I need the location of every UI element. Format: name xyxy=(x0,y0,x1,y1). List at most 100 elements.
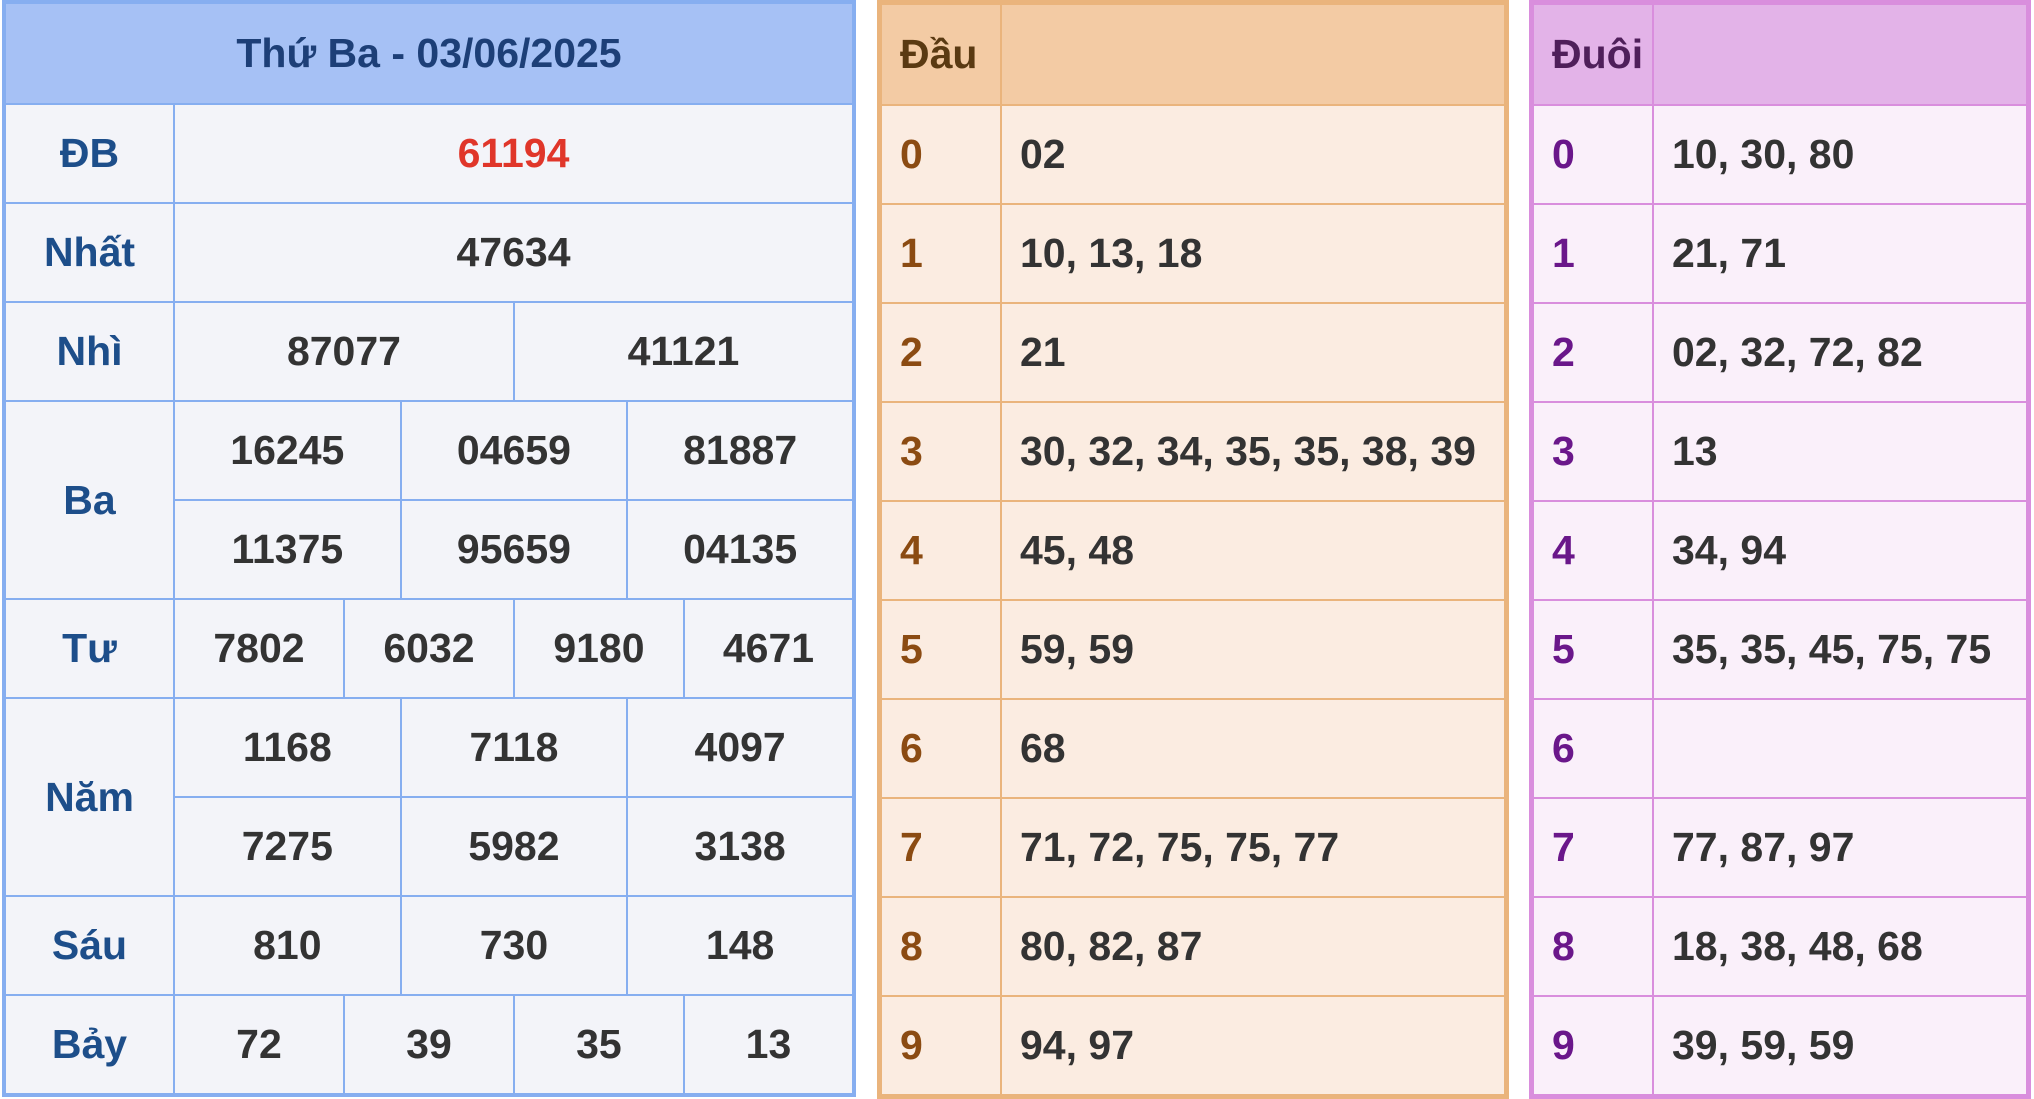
tail-row: 7 77, 87, 97 xyxy=(1530,797,2030,898)
head-row: 0 02 xyxy=(878,104,1508,205)
head-row: 4 45, 48 xyxy=(878,500,1508,601)
head-row: 7 71, 72, 75, 75, 77 xyxy=(878,797,1508,898)
special-prize-value: 61194 xyxy=(173,103,855,204)
head-key: 7 xyxy=(878,797,1002,898)
tail-row: 1 21, 71 xyxy=(1530,203,2030,304)
prize-row-nhat: Nhất 47634 xyxy=(3,202,855,303)
tail-values: 13 xyxy=(1652,401,2030,502)
prize-row-bay: Bảy 72 39 35 13 xyxy=(3,994,856,1096)
head-key: 8 xyxy=(878,896,1002,997)
prize-label-ba: Ba xyxy=(3,400,175,600)
tail-row: 8 18, 38, 48, 68 xyxy=(1530,896,2030,997)
tail-values: 21, 71 xyxy=(1652,203,2030,304)
tail-header: Đuôi xyxy=(1530,1,1654,106)
head-values: 80, 82, 87 xyxy=(1000,896,1508,997)
prize-value: 810 xyxy=(173,895,402,996)
tail-header-row: Đuôi xyxy=(1530,1,2030,106)
tail-row: 5 35, 35, 45, 75, 75 xyxy=(1530,599,2030,700)
prize-value: 1168 xyxy=(173,697,402,798)
tail-key: 2 xyxy=(1530,302,1654,403)
tail-key: 7 xyxy=(1530,797,1654,898)
head-digit-table: Đầu 0 02 1 10, 13, 18 2 21 3 30, 32, 34, 35,… xyxy=(877,0,1509,1099)
prize-value: 16245 xyxy=(173,400,402,501)
prize-row-sau: Sáu 810 730 148 xyxy=(3,895,855,996)
tail-header-empty xyxy=(1652,1,2030,106)
tail-values xyxy=(1652,698,2030,799)
head-key: 5 xyxy=(878,599,1002,700)
prize-value: 41121 xyxy=(512,301,856,402)
prize-value: 04659 xyxy=(399,400,629,501)
head-values: 21 xyxy=(1000,302,1508,403)
head-values: 45, 48 xyxy=(1000,500,1508,601)
prize-row-nhi: Nhì 87077 41121 xyxy=(3,301,856,402)
tail-key: 4 xyxy=(1530,500,1654,601)
head-key: 0 xyxy=(878,104,1002,205)
prize-label-sau: Sáu xyxy=(3,895,175,996)
prize-value: 47634 xyxy=(173,202,855,303)
prize-value: 35 xyxy=(512,994,685,1096)
results-table: Thứ Ba - 03/06/2025 ĐB 61194 Nhất 47634 … xyxy=(2,0,856,1097)
tail-row: 0 10, 30, 80 xyxy=(1530,104,2030,205)
prize-value: 11375 xyxy=(173,499,402,600)
tail-values: 02, 32, 72, 82 xyxy=(1652,302,2030,403)
tail-row: 9 39, 59, 59 xyxy=(1530,995,2030,1098)
prize-label-nhi: Nhì xyxy=(3,301,175,402)
head-values: 71, 72, 75, 75, 77 xyxy=(1000,797,1508,898)
head-key: 4 xyxy=(878,500,1002,601)
prize-label-nam: Năm xyxy=(3,697,175,897)
tail-key: 8 xyxy=(1530,896,1654,997)
prize-value: 81887 xyxy=(626,400,855,501)
head-values: 10, 13, 18 xyxy=(1000,203,1508,304)
head-key: 1 xyxy=(878,203,1002,304)
head-row: 9 94, 97 xyxy=(878,995,1508,1098)
prize-value: 7118 xyxy=(399,697,629,798)
head-values: 59, 59 xyxy=(1000,599,1508,700)
head-row: 2 21 xyxy=(878,302,1508,403)
prize-label-db: ĐB xyxy=(3,103,175,204)
prize-value: 39 xyxy=(342,994,515,1096)
prize-value: 95659 xyxy=(399,499,629,600)
prize-value: 4097 xyxy=(626,697,855,798)
prize-value: 6032 xyxy=(342,598,515,699)
head-values: 30, 32, 34, 35, 35, 38, 39 xyxy=(1000,401,1508,502)
head-row: 5 59, 59 xyxy=(878,599,1508,700)
prize-row-ba: Ba 16245 04659 81887 xyxy=(3,400,855,600)
prize-label-bay: Bảy xyxy=(3,994,175,1096)
prize-value: 87077 xyxy=(173,301,515,402)
head-key: 9 xyxy=(878,995,1002,1098)
prize-value: 9180 xyxy=(512,598,685,699)
tail-key: 5 xyxy=(1530,599,1654,700)
tail-row: 2 02, 32, 72, 82 xyxy=(1530,302,2030,403)
prize-value: 13 xyxy=(682,994,856,1096)
prize-value: 04135 xyxy=(626,499,855,600)
prize-value: 3138 xyxy=(626,796,855,897)
prize-value: 7275 xyxy=(173,796,402,897)
tail-digit-table: Đuôi 0 10, 30, 80 1 21, 71 2 02, 32, 72, 82… xyxy=(1529,0,2031,1099)
results-header-row: Thứ Ba - 03/06/2025 xyxy=(3,1,855,105)
prize-value: 7802 xyxy=(173,598,345,699)
tail-values: 39, 59, 59 xyxy=(1652,995,2030,1098)
prize-value: 148 xyxy=(626,895,855,996)
prize-row-db: ĐB 61194 xyxy=(3,103,855,204)
head-row: 8 80, 82, 87 xyxy=(878,896,1508,997)
head-values: 02 xyxy=(1000,104,1508,205)
prize-label-tu: Tư xyxy=(3,598,175,699)
head-row: 1 10, 13, 18 xyxy=(878,203,1508,304)
prize-value: 72 xyxy=(173,994,345,1096)
tail-values: 77, 87, 97 xyxy=(1652,797,2030,898)
tail-key: 6 xyxy=(1530,698,1654,799)
head-header: Đầu xyxy=(878,1,1002,106)
prize-value: 730 xyxy=(399,895,629,996)
tail-key: 3 xyxy=(1530,401,1654,502)
tail-row: 4 34, 94 xyxy=(1530,500,2030,601)
prize-value: 5982 xyxy=(399,796,629,897)
tail-key: 9 xyxy=(1530,995,1654,1098)
tail-values: 10, 30, 80 xyxy=(1652,104,2030,205)
prize-label-nhat: Nhất xyxy=(3,202,175,303)
prize-value: 4671 xyxy=(682,598,856,699)
head-key: 2 xyxy=(878,302,1002,403)
head-key: 3 xyxy=(878,401,1002,502)
head-row: 6 68 xyxy=(878,698,1508,799)
lottery-results-board: Thứ Ba - 03/06/2025 ĐB 61194 Nhất 47634 … xyxy=(0,0,2034,1099)
tail-values: 18, 38, 48, 68 xyxy=(1652,896,2030,997)
